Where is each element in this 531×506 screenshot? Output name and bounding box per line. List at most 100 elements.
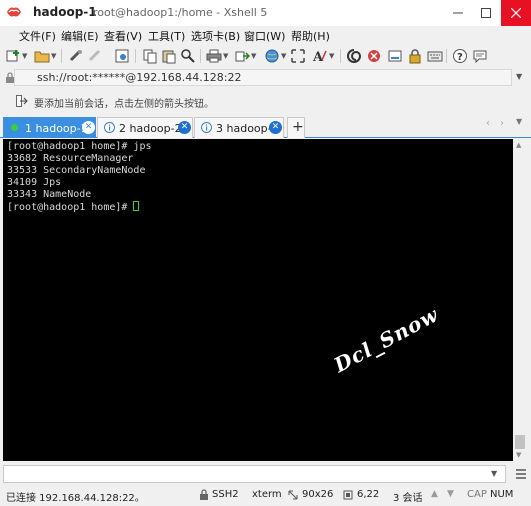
find-button[interactable] <box>180 47 196 65</box>
dropdown-arrow-icon: ▼ <box>223 52 229 60</box>
new-tab-button[interactable]: + <box>287 117 305 138</box>
copy-button[interactable] <box>142 47 158 65</box>
compose-menu-icon[interactable] <box>514 466 528 482</box>
search-icon <box>181 49 195 63</box>
dropdown-arrow-icon: ▼ <box>51 52 57 60</box>
properties-button[interactable] <box>114 47 130 65</box>
maximize-icon <box>481 8 491 18</box>
transfer-button[interactable]: ▼ <box>234 47 256 65</box>
dropdown-arrow-icon: ▼ <box>22 52 28 60</box>
resize-icon <box>288 490 298 500</box>
compose-dropdown-icon[interactable]: ▼ <box>491 469 497 478</box>
compose-input[interactable] <box>3 465 506 483</box>
tab-hadoop-3[interactable]: 3 hadoop-3 ✕ <box>194 117 284 138</box>
tab-list-dropdown-icon[interactable]: ▼ <box>516 117 522 126</box>
tab-close-icon[interactable]: ✕ <box>269 121 282 134</box>
menu-help[interactable]: 帮助(H) <box>291 28 330 44</box>
scrollbar-thumb[interactable] <box>515 435 525 449</box>
file-transfer-icon <box>235 51 250 62</box>
menu-tools[interactable]: 工具(T) <box>148 28 185 44</box>
terminal-cursor <box>133 201 140 211</box>
menu-file[interactable]: 文件(F) <box>19 28 56 44</box>
terminal-line: 34109 Jps <box>7 177 62 188</box>
compose-button[interactable] <box>387 47 403 65</box>
toolbar-separator <box>446 49 447 63</box>
session-hint-text: 要添加当前会话，点击左侧的箭头按钮。 <box>34 99 214 110</box>
terminal-screen[interactable]: [root@hadoop1 home]# jps 33682 ResourceMa… <box>3 139 513 461</box>
status-up-arrow-icon[interactable]: ▲ <box>431 489 438 499</box>
status-down-arrow-icon[interactable]: ▼ <box>447 489 454 499</box>
tab-hadoop-1[interactable]: 1 hadoop-1 ✕ <box>3 117 96 138</box>
terminal-scrollbar[interactable]: ▲ ▼ <box>513 139 527 461</box>
terminal-type-status: xterm <box>252 489 282 500</box>
print-button[interactable]: ▼ <box>206 47 228 65</box>
session-hint-bar: 要添加当前会话，点击左侧的箭头按钮。 <box>0 89 531 113</box>
paste-button[interactable] <box>161 47 177 65</box>
script-button[interactable] <box>346 47 362 65</box>
cursor-position-status: 6,22 <box>357 489 380 500</box>
terminal-size-status: 90x26 <box>302 489 334 500</box>
disconnect-button[interactable] <box>87 47 103 65</box>
tab-close-icon[interactable]: ✕ <box>82 121 95 134</box>
add-session-arrow-icon[interactable] <box>16 95 28 107</box>
new-session-icon <box>6 50 19 62</box>
xshell-logo-icon <box>7 7 21 17</box>
scroll-down-icon[interactable]: ▼ <box>516 451 521 459</box>
address-dropdown-icon[interactable]: ▼ <box>516 72 522 81</box>
close-icon <box>511 8 521 18</box>
protocol-status: SSH2 <box>212 489 239 500</box>
address-value: ssh://root:******@192.168.44.128:22 <box>37 71 242 84</box>
menu-window[interactable]: 窗口(W) <box>244 28 285 44</box>
dropdown-arrow-icon: ▼ <box>281 52 287 60</box>
tab-label: 2 hadoop-2 <box>119 122 182 135</box>
font-button[interactable]: A ▼ <box>312 47 334 65</box>
menu-edit[interactable]: 编辑(E) <box>61 28 99 44</box>
lock-icon <box>200 489 208 500</box>
svg-text:A: A <box>312 50 324 64</box>
menu-tabs[interactable]: 选项卡(B) <box>191 28 240 44</box>
title-bar: hadoop-1 root@hadoop1:/home - Xshell 5 <box>0 0 531 26</box>
info-icon <box>104 122 115 133</box>
caps-lock-status: CAP <box>467 489 487 500</box>
menu-bar: 文件(F) 编辑(E) 查看(V) 工具(T) 选项卡(B) 窗口(W) 帮助(… <box>0 26 531 44</box>
minimize-button[interactable] <box>444 0 472 26</box>
lock-button[interactable] <box>407 47 423 65</box>
svg-text:?: ? <box>457 52 463 63</box>
new-session-button[interactable]: ▼ <box>5 47 27 65</box>
web-button[interactable]: ▼ <box>264 47 286 65</box>
help-icon: ? <box>453 49 467 63</box>
open-button[interactable]: ▼ <box>34 47 56 65</box>
keyboard-icon <box>427 51 443 62</box>
tab-hadoop-2[interactable]: 2 hadoop-2 ✕ <box>97 117 193 138</box>
fullscreen-button[interactable] <box>290 47 306 65</box>
terminal-line: 33343 NameNode <box>7 189 92 200</box>
tab-close-icon[interactable]: ✕ <box>178 121 191 134</box>
globe-icon <box>265 49 279 63</box>
help-button[interactable]: ? <box>452 47 468 65</box>
terminal-line: 33682 ResourceManager <box>7 153 134 164</box>
compose-bar-icon <box>388 50 402 62</box>
fullscreen-icon <box>291 49 305 63</box>
chat-button[interactable] <box>472 47 488 65</box>
reconnect-button[interactable] <box>68 47 84 65</box>
paste-icon <box>162 50 176 64</box>
xftp-icon <box>368 50 380 62</box>
tab-label: 1 hadoop-1 <box>25 122 88 135</box>
font-icon: A <box>312 50 327 64</box>
menu-view[interactable]: 查看(V) <box>104 28 142 44</box>
keyboard-button[interactable] <box>427 47 443 65</box>
dropdown-arrow-icon: ▼ <box>251 52 257 60</box>
terminal-line: 33533 SecondaryNameNode <box>7 165 146 176</box>
address-input[interactable]: ssh://root:******@192.168.44.128:22 <box>14 69 512 86</box>
close-button[interactable] <box>501 0 531 26</box>
terminal-line: [root@hadoop1 home]# jps <box>7 141 152 152</box>
address-bar: ssh://root:******@192.168.44.128:22 ▼ <box>0 68 531 88</box>
terminal-prompt-line: [root@hadoop1 home]# <box>7 201 152 214</box>
tab-scroll-right-icon[interactable]: › <box>500 118 504 129</box>
link-icon <box>69 49 82 62</box>
scroll-up-icon[interactable]: ▲ <box>516 141 521 149</box>
xftp-button[interactable] <box>366 47 382 65</box>
tab-scroll-left-icon[interactable]: ‹ <box>486 118 490 129</box>
connected-status-icon <box>11 124 18 131</box>
maximize-button[interactable] <box>472 0 500 26</box>
